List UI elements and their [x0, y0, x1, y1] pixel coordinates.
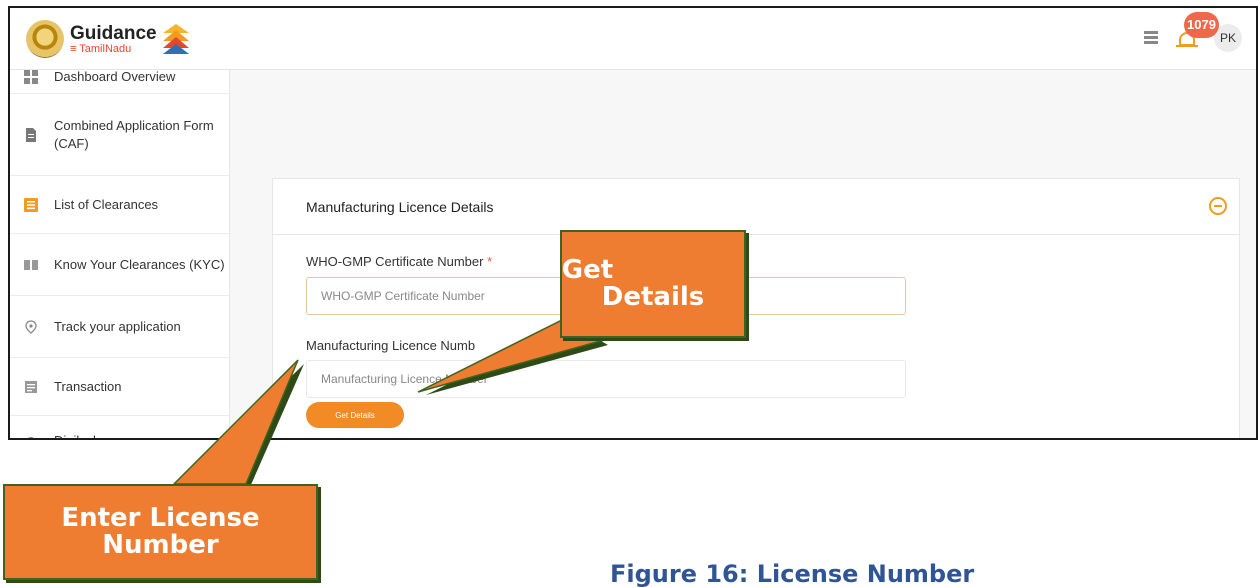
- enter-license-callout: Enter License Number: [3, 484, 318, 580]
- sidebar-item-label: Digilocker: [54, 432, 111, 438]
- sidebar-item-label: Combined Application Form (CAF): [54, 117, 214, 151]
- sidebar-item-label: Dashboard Overview: [54, 68, 176, 84]
- who-gmp-label: WHO-GMP Certificate Number *: [306, 254, 493, 269]
- get-details-button[interactable]: Get Details: [306, 402, 404, 428]
- document-icon: [26, 127, 36, 142]
- manufacturing-licence-card: Manufacturing Licence Details WHO-GMP Ce…: [272, 178, 1240, 438]
- brand-logo[interactable]: Guidance TamilNadu: [26, 20, 189, 58]
- sidebar-item-list-of-clearances[interactable]: List of Clearances: [10, 176, 230, 234]
- sidebar-item-dashboard[interactable]: Dashboard Overview: [10, 60, 230, 94]
- sidebar-item-label: List of Clearances: [54, 196, 159, 212]
- required-marker: *: [487, 254, 493, 269]
- cloud-icon: [28, 437, 34, 438]
- collapse-minus-icon[interactable]: [1209, 197, 1227, 215]
- app-screenshot-frame: Guidance TamilNadu 1079 PK: [8, 6, 1258, 440]
- licence-number-label: Manufacturing Licence Numb: [306, 338, 476, 353]
- figure-caption: Figure 16: License Number: [610, 560, 975, 587]
- card-title: Manufacturing Licence Details: [306, 198, 494, 215]
- sidebar-item-digilocker[interactable]: Digilocker: [10, 416, 230, 438]
- sidebar-item-transaction[interactable]: Transaction: [10, 358, 230, 416]
- get-details-callout: Get Details: [560, 230, 746, 338]
- sidebar-item-label: Transaction: [54, 378, 122, 394]
- menu-list-icon[interactable]: [1144, 30, 1158, 46]
- location-pin-icon: [25, 319, 37, 334]
- sidebar-item-label: Track your application: [54, 318, 181, 334]
- sidebar-nav: Dashboard Overview Combined Application …: [10, 69, 230, 438]
- notification-count-badge: 1079: [1184, 12, 1219, 38]
- sidebar-item-caf[interactable]: Combined Application Form (CAF): [10, 94, 230, 176]
- sidebar-item-track[interactable]: Track your application: [10, 296, 230, 358]
- list-icon: [24, 197, 38, 212]
- receipt-icon: [25, 380, 37, 393]
- tamilnadu-mark-icon: [162, 24, 189, 54]
- card-header[interactable]: Manufacturing Licence Details: [273, 179, 1239, 235]
- emblem-icon: [26, 20, 64, 58]
- manufacturing-licence-input[interactable]: [306, 360, 906, 398]
- book-icon: [24, 259, 38, 270]
- brand-name: Guidance: [70, 22, 157, 44]
- notification-bell-icon[interactable]: 1079: [1176, 12, 1219, 50]
- sidebar-item-kyc[interactable]: Know Your Clearances (KYC): [10, 234, 230, 296]
- brand-subtitle: TamilNadu: [70, 43, 157, 55]
- dashboard-icon: [24, 69, 38, 84]
- sidebar-item-label: Know Your Clearances (KYC): [54, 256, 225, 272]
